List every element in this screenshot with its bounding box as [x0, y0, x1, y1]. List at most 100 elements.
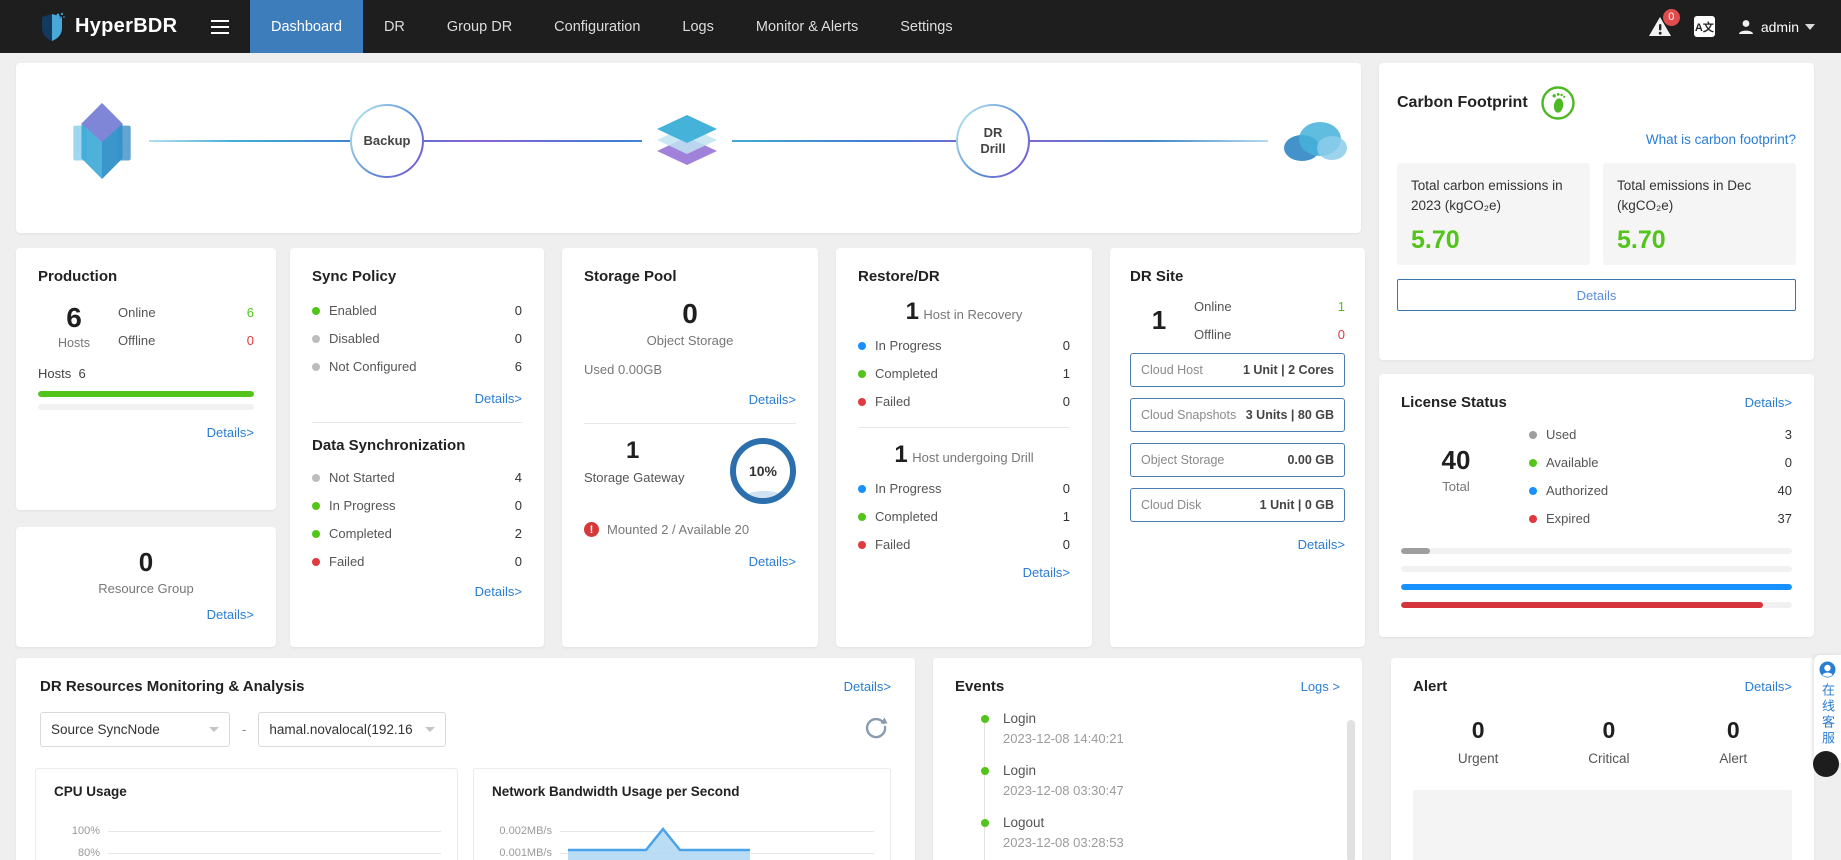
nav-tabs: Dashboard DR Group DR Configuration Logs… [250, 0, 974, 53]
event-item: Logout 2023-12-08 03:28:53 [981, 815, 1334, 850]
production-details-link[interactable]: Details> [207, 425, 254, 440]
status-dot [312, 473, 320, 482]
status-dot [312, 334, 320, 343]
alert-card: Alert Details> 0 Urgent 0 Critical 0 Ale… [1391, 658, 1814, 860]
tab-monitor-alerts[interactable]: Monitor & Alerts [735, 0, 879, 53]
carbon-details-button[interactable]: Details [1397, 279, 1796, 311]
language-icon[interactable]: A文 [1693, 16, 1715, 37]
support-avatar-icon [1819, 661, 1836, 678]
brand: HyperBDR [0, 0, 190, 53]
restore-dr-card: Restore/DR 1 Host in Recovery In Progres… [836, 248, 1092, 647]
source-node-select[interactable]: Source SyncNode [40, 712, 230, 747]
host-select[interactable]: hamal.novalocal(192.16 [258, 712, 447, 747]
net-tick-002: 0.002MB/s [499, 825, 552, 837]
notification-badge: 0 [1662, 8, 1680, 26]
dr-offline-value: 0 [1337, 327, 1345, 342]
status-dot [312, 557, 320, 566]
tab-group-dr[interactable]: Group DR [426, 0, 533, 53]
license-details-link[interactable]: Details> [1745, 395, 1792, 410]
carbon-year-value: 5.70 [1411, 226, 1460, 254]
box-label: Cloud Disk [1141, 498, 1202, 512]
user-menu[interactable]: admin [1737, 18, 1815, 36]
carbon-month-value: 5.70 [1617, 226, 1666, 254]
alerts-bell[interactable]: 0 [1648, 8, 1680, 39]
top-nav: HyperBDR Dashboard DR Group DR Configura… [0, 0, 1841, 53]
storage-pool-details-link[interactable]: Details> [749, 392, 796, 407]
brand-name: HyperBDR [75, 15, 178, 37]
bar-fill [1401, 548, 1431, 554]
events-logs-link[interactable]: Logs > [1301, 679, 1340, 694]
sync-policy-details-link[interactable]: Details> [475, 391, 522, 406]
dr-site-details-link[interactable]: Details> [1298, 537, 1345, 552]
bar-fill [1401, 584, 1792, 590]
restore-dr-details-link[interactable]: Details> [1023, 565, 1070, 580]
object-storage-label: Object Storage [646, 333, 734, 349]
status-dot [858, 484, 866, 493]
urgent-stat: 0 Urgent [1458, 717, 1499, 766]
event-dot [981, 819, 989, 827]
alert-empty-area [1413, 790, 1792, 860]
status-dot [1529, 514, 1537, 523]
menu-toggle-icon[interactable] [190, 0, 250, 53]
drill-label: Host undergoing Drill [912, 450, 1034, 466]
row-value: 1 [1062, 366, 1070, 382]
gateway-label: Storage Gateway [584, 469, 685, 485]
status-dot [312, 306, 320, 315]
license-total: 40 [1441, 445, 1471, 475]
event-time: 2023-12-08 14:40:21 [1003, 731, 1124, 746]
support-label: 在线客服 [1820, 683, 1835, 747]
data-sync-details-link[interactable]: Details> [475, 584, 522, 599]
chevron-down-icon [209, 727, 219, 732]
net-chart-title: Network Bandwidth Usage per Second [492, 784, 740, 799]
urgent-label: Urgent [1457, 751, 1499, 766]
monitoring-details-link[interactable]: Details> [844, 679, 891, 694]
dr-online-value: 1 [1337, 299, 1345, 314]
storage-used-text: Used 0.00GB [584, 362, 663, 378]
events-scrollbar[interactable] [1347, 720, 1355, 860]
dr-drill-step: DR Drill [956, 104, 1030, 178]
row-value: 0 [1062, 481, 1070, 497]
tab-configuration[interactable]: Configuration [533, 0, 661, 53]
dashboard-screen: HyperBDR Dashboard DR Group DR Configura… [0, 0, 1841, 860]
license-status-card: License Status Details> 40 Total Used 3 A… [1379, 374, 1814, 637]
alert-details-link[interactable]: Details> [1745, 679, 1792, 694]
bar-fill [1401, 602, 1763, 608]
dr-drill-step-label-1: DR [983, 124, 1003, 140]
nav-right: 0 A文 admin [1648, 0, 1841, 53]
floating-button-partial[interactable] [1813, 751, 1839, 777]
gateway-details-link[interactable]: Details> [749, 554, 796, 569]
dr-offline-label: Offline [1194, 327, 1232, 342]
cloud-snapshots-box: Cloud Snapshots 3 Units | 80 GB [1130, 398, 1345, 432]
source-node-value: Source SyncNode [51, 722, 160, 737]
drill-count: 1 [894, 441, 908, 469]
alert-value: 0 [1726, 717, 1740, 743]
storage-pool-card: Storage Pool 0 Object Storage Used 0.00G… [562, 248, 818, 647]
restore-dr-title: Restore/DR [858, 268, 940, 285]
critical-label: Critical [1588, 751, 1630, 766]
tab-dr[interactable]: DR [363, 0, 426, 53]
cloud-host-box: Cloud Host 1 Unit | 2 Cores [1130, 353, 1345, 387]
resource-group-details-link[interactable]: Details> [207, 607, 254, 622]
tab-logs[interactable]: Logs [661, 0, 734, 53]
box-value: 1 Unit | 0 GB [1259, 498, 1334, 512]
tab-settings[interactable]: Settings [879, 0, 973, 53]
resource-group-card: 0 Resource Group Details> [16, 527, 276, 647]
status-dot [858, 369, 866, 378]
row-label: In Progress [875, 338, 942, 354]
status-dot [858, 512, 866, 521]
cpu-usage-chart: CPU Usage 100% 80% [35, 768, 458, 860]
box-label: Cloud Host [1141, 363, 1203, 377]
event-title: Login [1003, 763, 1037, 778]
carbon-footprint-icon [1540, 86, 1575, 120]
carbon-help-link[interactable]: What is carbon footprint? [1646, 132, 1796, 147]
refresh-icon[interactable] [861, 712, 891, 742]
storage-node [642, 111, 732, 171]
row-value: 37 [1777, 511, 1792, 526]
object-storage-box: Object Storage 0.00 GB [1130, 443, 1345, 477]
dr-drill-step-label-2: Drill [980, 141, 1006, 156]
online-support-widget[interactable]: 在线客服 [1813, 655, 1841, 777]
cpu-tick-100: 100% [71, 825, 100, 837]
recovery-count: 1 [905, 298, 919, 325]
dr-flow-banner: Production Backup Storage DR Drill DR Si… [16, 63, 1361, 267]
tab-dashboard[interactable]: Dashboard [250, 0, 363, 53]
